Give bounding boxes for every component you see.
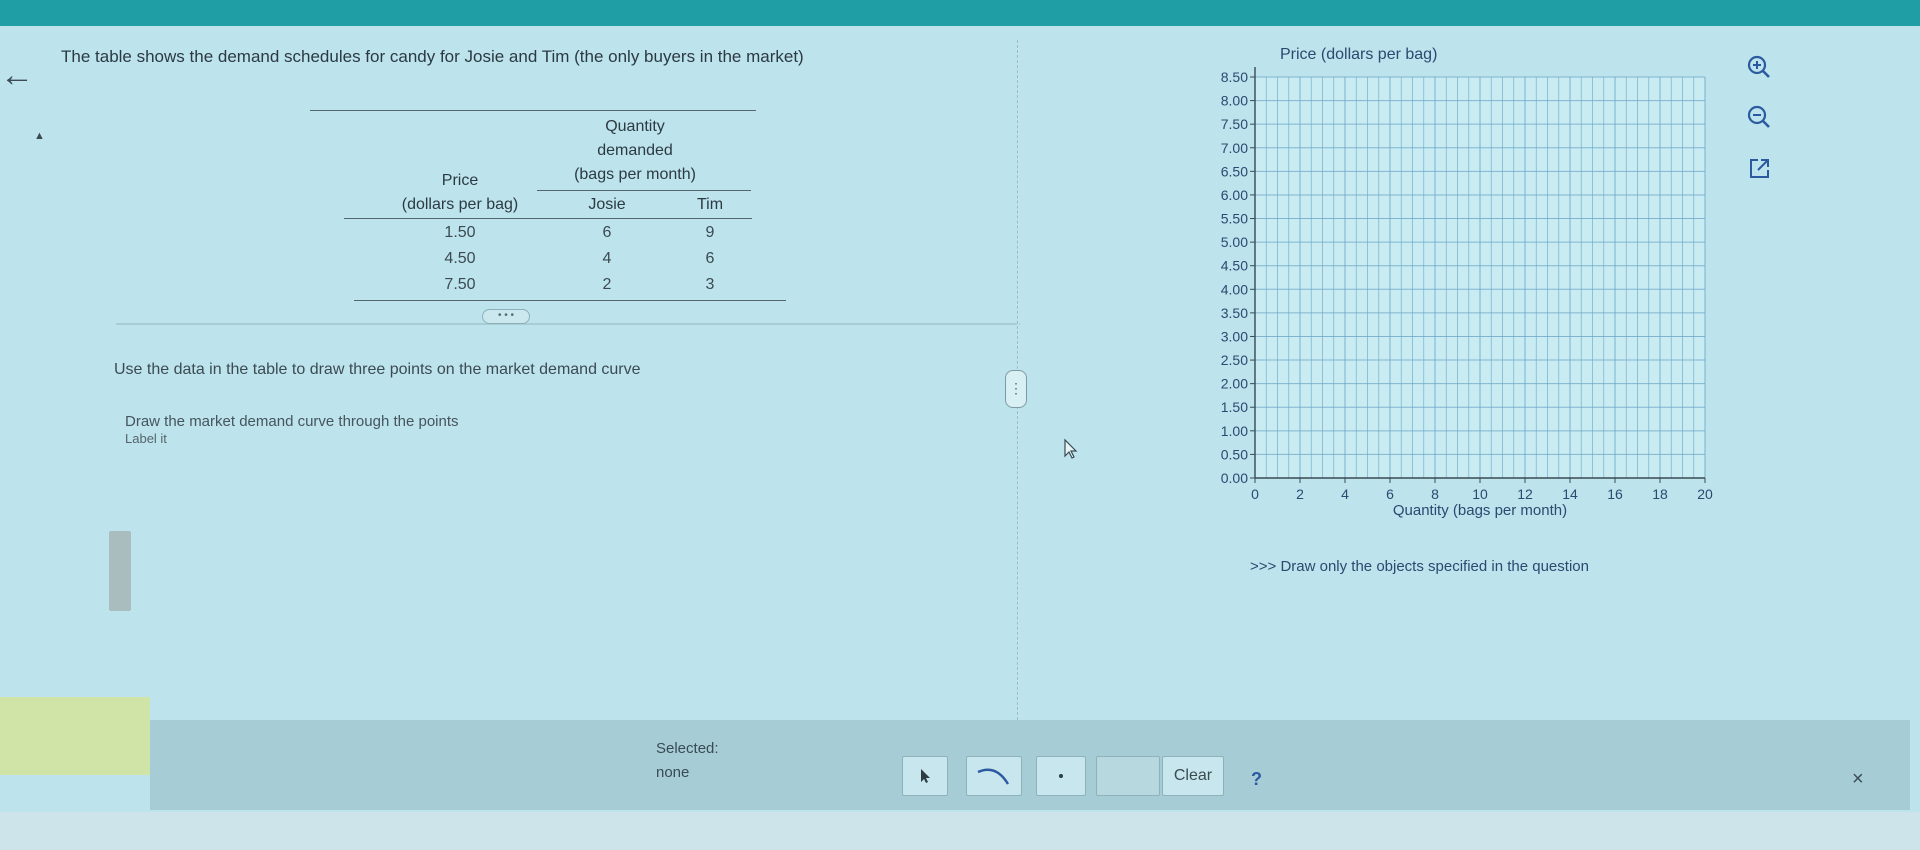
back-arrow-icon[interactable]: ← xyxy=(0,58,34,92)
x-tick-label: 20 xyxy=(1697,486,1713,502)
show-more-button[interactable]: • • • xyxy=(482,309,530,324)
graph-instruction-note: >>> Draw only the objects specified in t… xyxy=(1250,558,1589,575)
y-tick-label: 7.00 xyxy=(1221,140,1248,156)
y-tick-label: 3.00 xyxy=(1221,328,1248,344)
x-tick-label: 4 xyxy=(1341,486,1349,502)
x-axis-title: Quantity (bags per month) xyxy=(1393,502,1567,519)
x-tick-label: 12 xyxy=(1517,486,1533,502)
instruction-draw-curve: Draw the market demand curve through the… xyxy=(125,413,459,430)
pointer-tool-button[interactable] xyxy=(902,756,948,796)
y-tick-label: 6.50 xyxy=(1221,163,1248,179)
table-top-rule xyxy=(310,110,756,111)
point-tool-icon xyxy=(1059,774,1063,778)
section-divider xyxy=(116,323,1020,325)
zoom-in-icon[interactable] xyxy=(1742,50,1776,84)
header-quantity: Quantity xyxy=(605,118,665,135)
pointer-tool-icon xyxy=(921,769,930,783)
table-bottom-rule xyxy=(354,300,786,301)
scroll-indicator xyxy=(109,531,131,611)
table-cell-tim: 3 xyxy=(705,276,715,293)
header-josie: Josie xyxy=(588,196,626,213)
help-button[interactable]: ? xyxy=(1251,769,1262,790)
y-tick-label: 5.50 xyxy=(1221,211,1248,227)
y-tick-label: 8.00 xyxy=(1221,93,1248,109)
zoom-out-icon[interactable] xyxy=(1742,100,1776,134)
curve-tool-button[interactable] xyxy=(966,756,1022,796)
table-cell-josie: 2 xyxy=(602,276,612,293)
question-prompt: The table shows the demand schedules for… xyxy=(61,47,804,66)
point-tool-button[interactable] xyxy=(1036,756,1086,796)
table-cell-price: 7.50 xyxy=(444,276,476,293)
x-tick-label: 10 xyxy=(1472,486,1488,502)
x-tick-label: 14 xyxy=(1562,486,1578,502)
mouse-cursor-icon xyxy=(1064,438,1078,459)
header-demanded: demanded xyxy=(597,142,673,159)
y-tick-label: 0.50 xyxy=(1221,446,1248,462)
graph-area[interactable]: Price (dollars per bag) 0.00 0.50 1.00 1.50… xyxy=(1200,40,1740,590)
close-icon[interactable]: × xyxy=(1852,768,1864,791)
x-tick-label: 8 xyxy=(1431,486,1439,502)
group-rule xyxy=(537,190,751,191)
x-tick-label: 0 xyxy=(1251,486,1259,502)
table-cell-josie: 4 xyxy=(602,250,612,267)
bottom-strip xyxy=(0,812,1920,850)
table-cell-tim: 9 xyxy=(705,224,715,241)
top-bar xyxy=(0,0,1920,26)
y-tick-label: 0.00 xyxy=(1221,470,1248,486)
x-tick-label: 6 xyxy=(1386,486,1394,502)
x-tick-label: 16 xyxy=(1607,486,1623,502)
y-tick-label: 3.50 xyxy=(1221,305,1248,321)
drawing-toolbar xyxy=(150,720,1910,810)
table-cell-josie: 6 xyxy=(602,224,612,241)
table-cell-price: 1.50 xyxy=(444,224,476,241)
header-bottom-rule xyxy=(344,218,752,219)
y-tick-label: 4.00 xyxy=(1221,281,1248,297)
header-price: Price xyxy=(441,172,479,189)
selected-label: Selected: xyxy=(656,740,719,757)
header-price-units: (dollars per bag) xyxy=(401,196,519,213)
clear-button[interactable]: Clear xyxy=(1162,756,1224,796)
y-tick-label: 1.50 xyxy=(1221,399,1248,415)
x-tick-label: 18 xyxy=(1652,486,1668,502)
y-tick-label: 2.50 xyxy=(1221,352,1248,368)
collapse-triangle-icon[interactable]: ▲ xyxy=(34,130,45,142)
y-tick-label: 6.00 xyxy=(1221,187,1248,203)
y-tick-label: 2.00 xyxy=(1221,376,1248,392)
header-tim: Tim xyxy=(696,196,724,213)
instruction-label: Label it xyxy=(125,431,167,446)
splitter-handle[interactable]: ⋮ xyxy=(1005,370,1027,408)
x-tick-label: 2 xyxy=(1296,486,1304,502)
y-tick-label: 1.00 xyxy=(1221,423,1248,439)
graph-canvas[interactable]: 0.00 0.50 1.00 1.50 2.00 2.50 3.00 3.50 4.00 4.50… xyxy=(1200,40,1740,550)
table-cell-tim: 6 xyxy=(705,250,715,267)
y-tick-label: 7.50 xyxy=(1221,116,1248,132)
y-tick-label: 5.00 xyxy=(1221,234,1248,250)
disabled-tool-button[interactable] xyxy=(1096,756,1160,796)
status-patch xyxy=(0,697,150,775)
selected-value: none xyxy=(656,764,690,781)
y-tick-label: 8.50 xyxy=(1221,69,1248,85)
curve-tool-icon xyxy=(977,768,1010,785)
y-tick-label: 4.50 xyxy=(1221,258,1248,274)
question-panel: The table shows the demand schedules for… xyxy=(34,26,1020,726)
instruction-draw-points: Use the data in the table to draw three … xyxy=(114,361,641,378)
table-cell-price: 4.50 xyxy=(444,250,476,267)
popout-icon[interactable] xyxy=(1742,152,1776,186)
